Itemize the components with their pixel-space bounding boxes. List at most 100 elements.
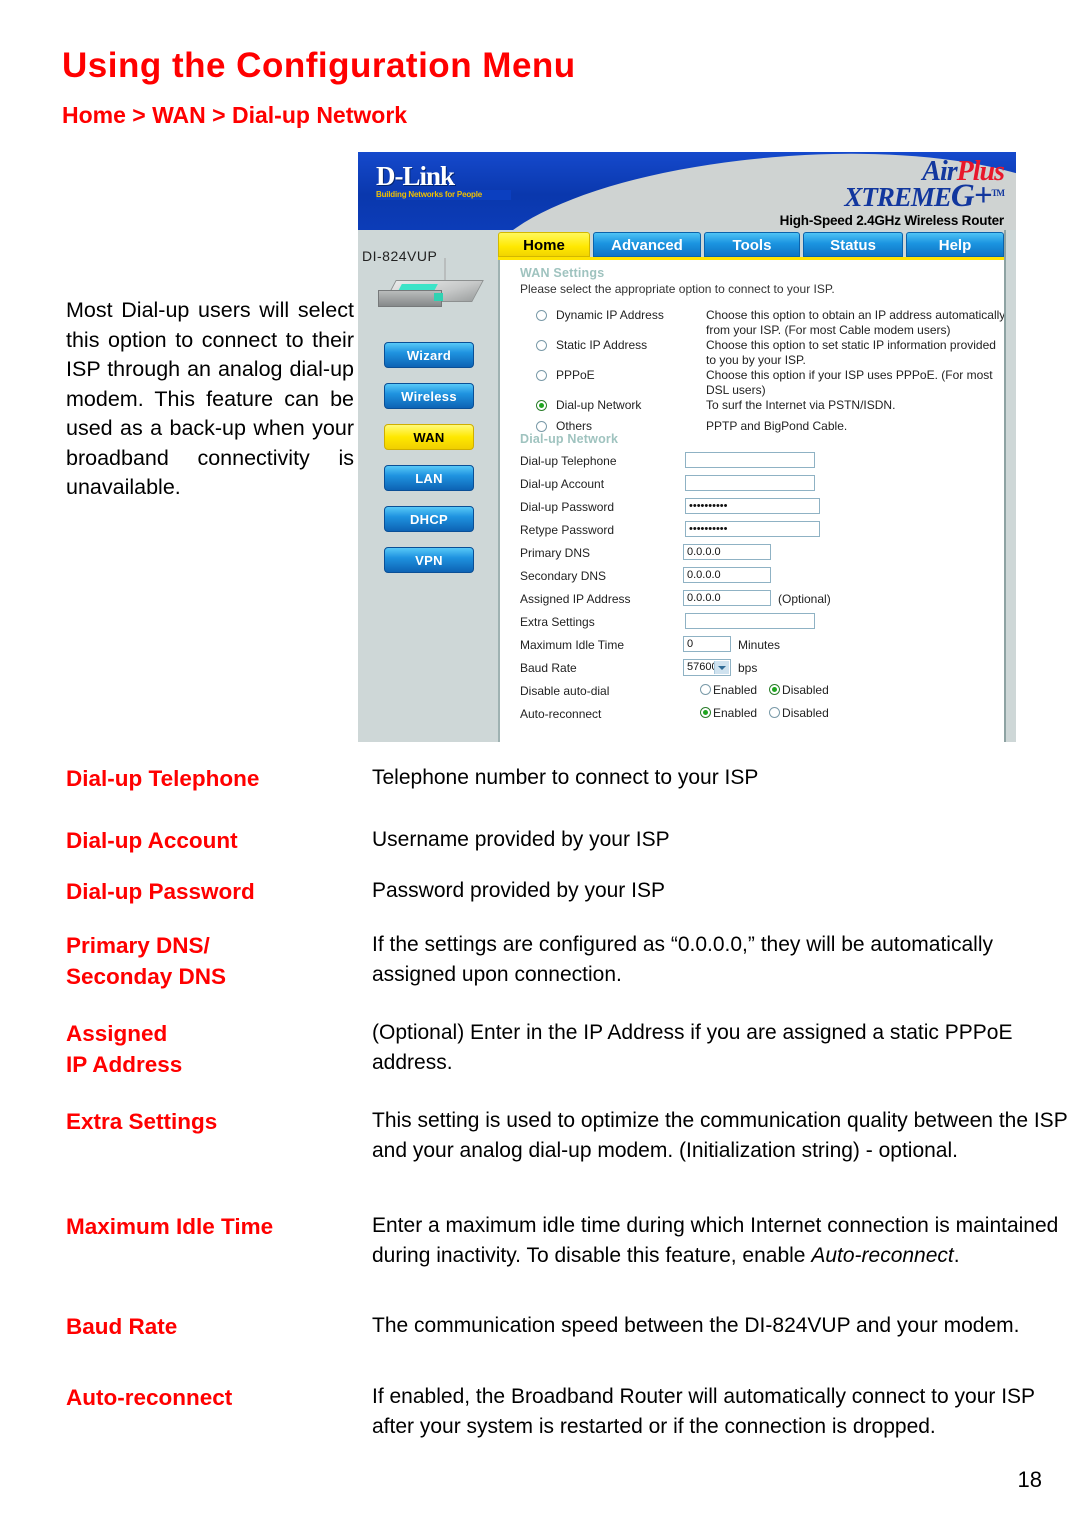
definition-row: Dial-up Password Password provided by yo… (66, 876, 1066, 930)
field-label: Auto-reconnect (520, 707, 602, 721)
field-label: Retype Password (520, 523, 615, 537)
router-model-label: DI-824VUP (362, 248, 438, 264)
radio-dynamic-ip[interactable] (536, 310, 547, 321)
input-retype-password[interactable]: •••••••••• (685, 521, 820, 537)
minutes-unit-label: Minutes (738, 638, 781, 652)
definition-term: Extra Settings (66, 1109, 218, 1134)
wan-option-label: Others (556, 419, 593, 433)
field-label: Disable auto-dial (520, 684, 610, 698)
settings-definition-list: Dial-up Telephone Telephone number to co… (66, 763, 1067, 1477)
intro-paragraph: Most Dial-up users will select this opti… (66, 298, 354, 499)
assigned-ip-optional-note: (Optional) (778, 592, 831, 606)
breadcrumb: Home > WAN > Dial-up Network (62, 102, 408, 128)
input-primary-dns[interactable]: 0.0.0.0 (683, 544, 771, 560)
definition-row: Baud Rate The communication speed betwee… (66, 1311, 1066, 1382)
wan-option-description: Choose this option if your ISP uses PPPo… (706, 368, 993, 397)
definition-term: Auto-reconnect (66, 1385, 233, 1410)
sidebar-button-dhcp[interactable]: DHCP (384, 506, 474, 532)
definition-description: (Optional) Enter in the IP Address if yo… (372, 1021, 1013, 1074)
gplus-text: G+ (950, 178, 993, 214)
field-label: Extra Settings (520, 615, 595, 629)
tab-home[interactable]: Home (498, 232, 590, 257)
radio-static-ip[interactable] (536, 340, 547, 351)
sidebar-button-lan[interactable]: LAN (384, 465, 474, 491)
input-extra-settings[interactable] (685, 613, 815, 629)
radio-pppoe[interactable] (536, 370, 547, 381)
wan-option-description: Choose this option to set static IP info… (706, 338, 996, 367)
sidebar-button-wan[interactable]: WAN (384, 424, 474, 450)
definition-description-post: . (953, 1244, 960, 1267)
tab-status[interactable]: Status (803, 232, 903, 257)
radio-dialup-network[interactable] (536, 400, 547, 411)
definition-description-emphasis: Auto-reconnect (811, 1244, 954, 1267)
radio-disable-auto-dial-disabled[interactable] (769, 684, 781, 695)
definition-term: Baud Rate (66, 1314, 178, 1339)
sidebar-button-wireless[interactable]: Wireless (384, 383, 474, 409)
definition-term: Dial-up Password (66, 879, 255, 904)
wan-option-description: Choose this option to obtain an IP addre… (706, 308, 1006, 337)
definition-term: Assigned IP Address (66, 1021, 183, 1077)
field-label: Secondary DNS (520, 569, 607, 583)
sidebar-button-wizard[interactable]: Wizard (384, 342, 474, 368)
definition-row: Dial-up Telephone Telephone number to co… (66, 763, 1066, 825)
definition-row: Primary DNS/ Seconday DNS If the setting… (66, 930, 1066, 1018)
radio-label-enabled: Enabled (713, 706, 758, 720)
tab-tools[interactable]: Tools (704, 232, 800, 257)
definition-term: Maximum Idle Time (66, 1214, 274, 1239)
wan-option-description: To surf the Internet via PSTN/ISDN. (706, 398, 896, 412)
input-dialup-account[interactable] (685, 475, 815, 491)
definition-term: Dial-up Telephone (66, 766, 260, 791)
radio-auto-reconnect-disabled[interactable] (769, 707, 781, 718)
wan-settings-heading: WAN Settings (520, 266, 605, 280)
definition-term: Primary DNS/ Seconday DNS (66, 933, 227, 989)
definition-description: Enter a maximum idle time during which I… (372, 1211, 1072, 1271)
router-ui-content-panel: WAN Settings Please select the appropria… (498, 260, 1008, 742)
radio-label-disabled: Disabled (782, 706, 829, 720)
field-label: Dial-up Telephone (520, 454, 617, 468)
wan-option-label: Dial-up Network (556, 398, 642, 412)
airplus-line-2: XTREMEG+TM (780, 178, 1005, 214)
router-front-panel (378, 290, 442, 307)
wan-option-label: Static IP Address (556, 338, 648, 352)
wan-settings-description: Please select the appropriate option to … (520, 282, 835, 296)
field-label: Primary DNS (520, 546, 591, 560)
xtreme-text: XTREME (844, 182, 952, 212)
dlink-logo: D-Link Building Networks for People (376, 162, 511, 200)
definition-description: This setting is used to optimize the com… (372, 1109, 1068, 1162)
wan-option-label: PPPoE (556, 368, 595, 382)
tab-help[interactable]: Help (906, 232, 1004, 257)
trademark-text: TM (991, 188, 1005, 198)
definition-description: Telephone number to connect to your ISP (372, 766, 759, 789)
input-secondary-dns[interactable]: 0.0.0.0 (683, 567, 771, 583)
definition-term: Dial-up Account (66, 828, 238, 853)
radio-auto-reconnect-enabled[interactable] (700, 707, 711, 718)
select-baud-rate[interactable]: 57600 (683, 659, 731, 676)
dialup-network-heading: Dial-up Network (520, 432, 619, 446)
radio-others[interactable] (536, 421, 547, 432)
chevron-down-icon[interactable] (714, 661, 729, 674)
definition-row: Auto-reconnect If enabled, the Broadband… (66, 1382, 1066, 1477)
radio-label-enabled: Enabled (713, 683, 758, 697)
input-maximum-idle-time[interactable]: 0 (683, 636, 731, 652)
definition-description: Username provided by your ISP (372, 828, 670, 851)
wan-option-label: Dynamic IP Address (556, 308, 664, 322)
input-dialup-telephone[interactable] (685, 452, 815, 468)
definition-description: If enabled, the Broadband Router will au… (372, 1385, 1035, 1438)
input-dialup-password[interactable]: •••••••••• (685, 498, 820, 514)
definition-row: Extra Settings This setting is used to o… (66, 1106, 1067, 1211)
tab-advanced[interactable]: Advanced (593, 232, 701, 257)
field-label: Baud Rate (520, 661, 577, 675)
dlink-logo-text: D-Link (376, 161, 455, 191)
router-ui-tab-bar: Home Advanced Tools Status Help (498, 230, 1016, 260)
radio-disable-auto-dial-enabled[interactable] (700, 684, 711, 695)
radio-label-disabled: Disabled (782, 683, 829, 697)
page-title: Using the Configuration Menu (62, 46, 576, 85)
router-ui-right-edge (1004, 230, 1016, 742)
definition-description: Password provided by your ISP (372, 879, 665, 902)
sidebar-button-vpn[interactable]: VPN (384, 547, 474, 573)
input-assigned-ip-address[interactable]: 0.0.0.0 (683, 590, 771, 606)
wan-option-description: PPTP and BigPond Cable. (706, 419, 848, 433)
router-device-image (378, 258, 484, 312)
airplus-xtreme-logo: AirPlus XTREMEG+TM High-Speed 2.4GHz Wir… (780, 158, 1005, 228)
router-front-led (434, 293, 443, 301)
